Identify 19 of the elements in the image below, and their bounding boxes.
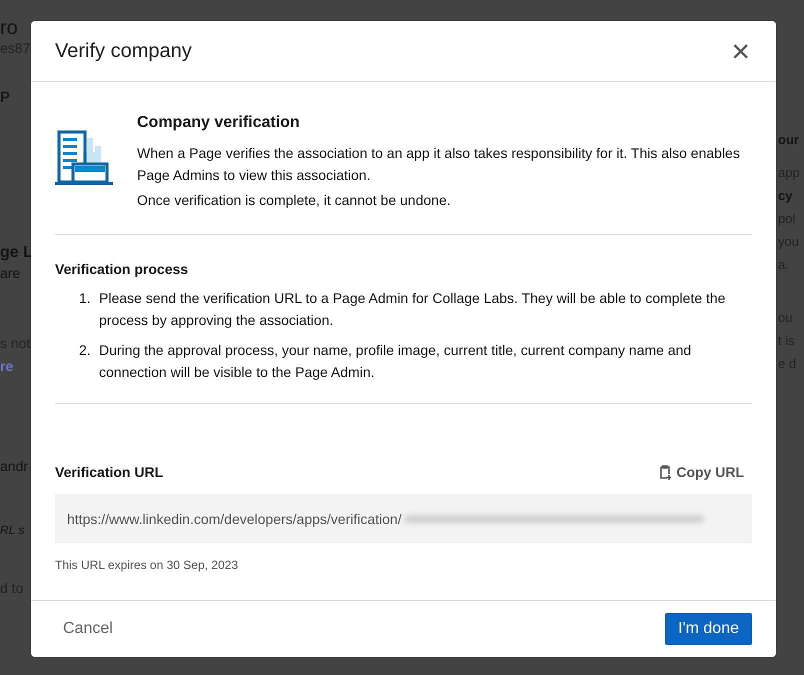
section-heading: Company verification: [137, 114, 301, 132]
description-text: Once verification is complete, it cannot be undone.: [137, 191, 452, 210]
url-field[interactable]: https://www.linkedin.com/developers/apps/verification/: [55, 494, 752, 543]
step-text: During the approval process, your name, profile image, current title, current company name and connection will be visible to the Page Admin.: [99, 341, 692, 382]
background-text: re: [0, 357, 14, 376]
description-text: When a Page verifies the association to an app it also takes responsibility for it. This also enables Page Admins to view this association.: [137, 144, 741, 185]
building-icon: [55, 130, 113, 186]
clipboard-icon: [659, 464, 672, 480]
step-number: 1.: [79, 289, 92, 308]
step-text: Please send the verification URL to a Page Admin for Collage Labs. They will be able to complete the process by approving the association.: [99, 289, 726, 330]
expiry-note: This URL expires on 30 Sep, 2023: [55, 558, 239, 572]
section-heading: Verification process: [55, 261, 190, 277]
cancel-button[interactable]: Cancel: [55, 616, 121, 642]
done-button[interactable]: I'm done: [665, 613, 752, 645]
copy-url-button[interactable]: Copy URL: [651, 462, 752, 482]
close-button[interactable]: ×: [727, 35, 754, 67]
step-number: 2.: [79, 341, 92, 360]
section-heading: Verification URL: [55, 464, 164, 480]
dialog-title: Verify company: [55, 40, 192, 62]
